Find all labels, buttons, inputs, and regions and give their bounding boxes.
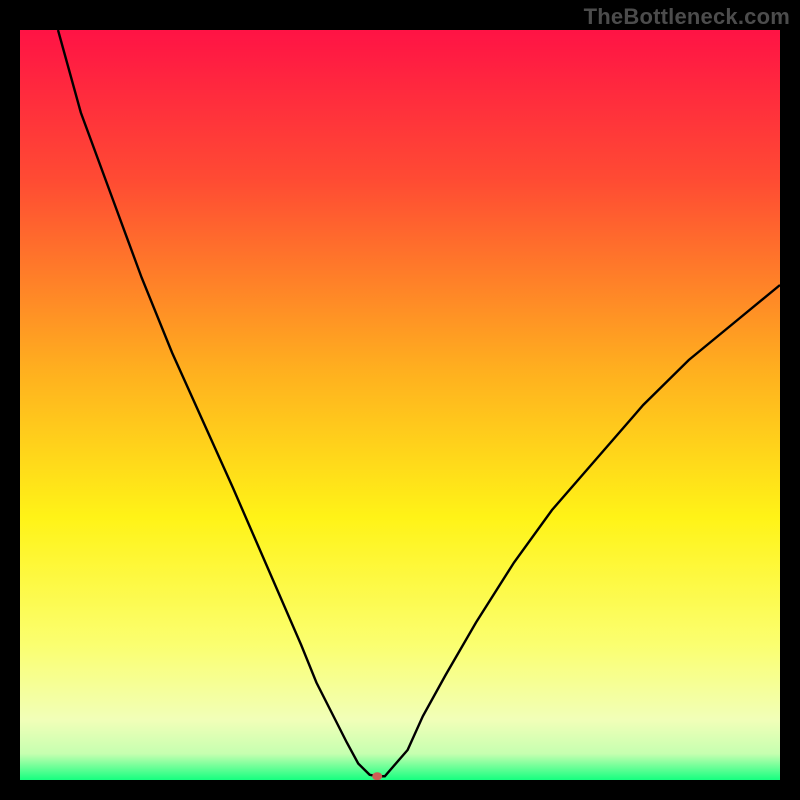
min-marker [372,772,382,780]
watermark-text: TheBottleneck.com [584,4,790,30]
gradient-background [20,30,780,780]
chart-frame: TheBottleneck.com [0,0,800,800]
plot-svg [20,30,780,780]
plot-area [20,30,780,780]
